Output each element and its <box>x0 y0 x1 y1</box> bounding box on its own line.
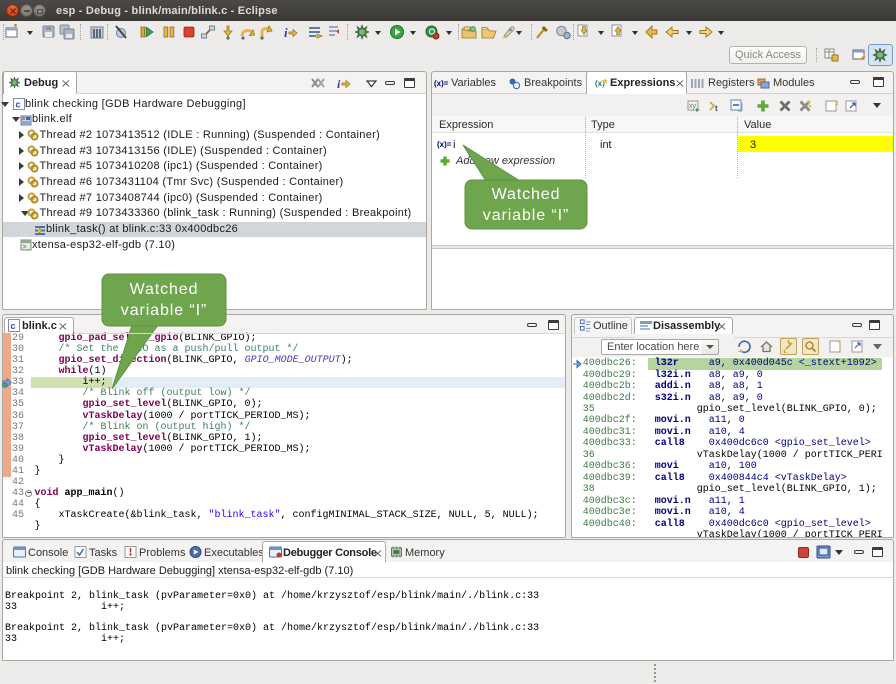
svg-text:>_: >_ <box>23 244 32 251</box>
svg-text:(x)=: (x)= <box>434 79 449 88</box>
svg-text:t: t <box>715 104 718 113</box>
svg-text:i: i <box>284 25 288 40</box>
svg-text:c: c <box>11 321 16 331</box>
svg-text:xy: xy <box>689 103 697 110</box>
svg-text:c: c <box>16 100 21 110</box>
svg-text:i: i <box>337 77 341 90</box>
